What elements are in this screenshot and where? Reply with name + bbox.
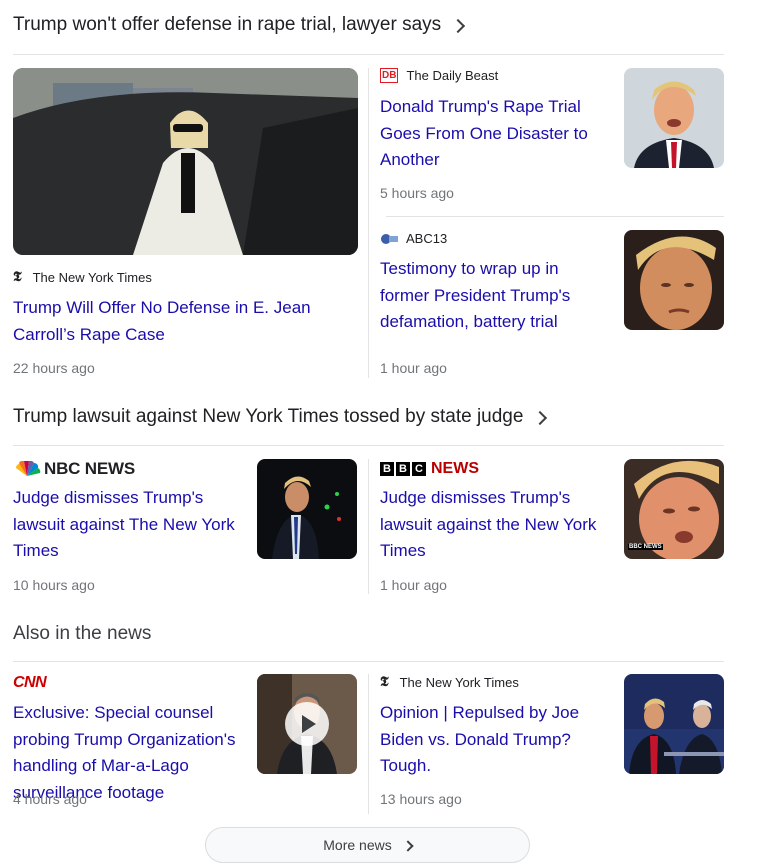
source-row: 𝕿 The New York Times <box>13 269 152 285</box>
divider <box>13 661 724 662</box>
headline-link[interactable]: Opinion | Repulsed by Joe Biden vs. Dona… <box>380 700 605 780</box>
bbc-logo-c: C <box>412 462 426 476</box>
story-title[interactable]: Trump won't offer defense in rape trial,… <box>13 14 441 36</box>
main-story-image[interactable] <box>13 68 358 255</box>
source-row: 𝕿 The New York Times <box>380 674 519 690</box>
source-row: ABC13 <box>380 231 447 246</box>
chevron-right-icon <box>402 840 414 852</box>
source-name: NBC NEWS <box>44 459 135 478</box>
cnn-logo: CNN <box>13 674 47 691</box>
source-name: ABC13 <box>406 231 448 246</box>
divider <box>386 216 724 217</box>
story-thumbnail[interactable] <box>624 68 724 168</box>
nyt-logo-icon: 𝕿 <box>13 269 22 285</box>
source-name: The Daily Beast <box>406 68 499 83</box>
headline-link[interactable]: Testimony to wrap up in former President… <box>380 256 610 336</box>
source-row: DB The Daily Beast <box>380 68 498 83</box>
play-icon[interactable] <box>285 702 329 746</box>
divider <box>368 68 369 378</box>
headline-link[interactable]: Judge dismisses Trump's lawsuit against … <box>380 485 605 565</box>
source-name: NEWS <box>431 460 479 477</box>
source-row: NBC NEWS <box>13 459 135 479</box>
headline-link[interactable]: Trump Will Offer No Defense in E. Jean C… <box>13 295 343 348</box>
story-title-link[interactable]: Trump won't offer defense in rape trial,… <box>13 14 466 36</box>
divider <box>13 445 724 446</box>
timestamp: 4 hours ago <box>13 791 87 807</box>
bbc-news-badge: BBC NEWS <box>628 544 663 550</box>
story-title[interactable]: Trump lawsuit against New York Times tos… <box>13 406 523 428</box>
divider <box>368 674 369 814</box>
daily-beast-logo-icon: DB <box>380 68 399 83</box>
headline-link[interactable]: Judge dismisses Trump's lawsuit against … <box>13 485 238 565</box>
timestamp: 1 hour ago <box>380 577 447 593</box>
source-row: B B C NEWS <box>380 460 479 478</box>
nbc-peacock-icon <box>13 460 41 477</box>
story-thumbnail[interactable] <box>257 459 357 559</box>
bbc-logo-b2: B <box>396 462 410 476</box>
divider <box>13 54 724 55</box>
video-thumbnail[interactable] <box>257 674 357 774</box>
headline-link[interactable]: Donald Trump's Rape Trial Goes From One … <box>380 94 610 174</box>
source-name: The New York Times <box>32 269 152 285</box>
bbc-logo-b1: B <box>380 462 394 476</box>
section-heading: Also in the news <box>13 623 152 644</box>
timestamp: 13 hours ago <box>380 791 462 807</box>
abc13-logo-icon <box>380 233 398 245</box>
more-news-button[interactable]: More news <box>205 827 530 863</box>
timestamp: 10 hours ago <box>13 577 95 593</box>
chevron-right-icon <box>451 18 466 34</box>
source-name: The New York Times <box>399 674 519 690</box>
chevron-right-icon <box>533 410 548 426</box>
story-thumbnail[interactable] <box>624 230 724 330</box>
timestamp: 5 hours ago <box>380 185 454 201</box>
more-news-label: More news <box>323 837 392 853</box>
timestamp: 1 hour ago <box>380 360 447 376</box>
story-title-link[interactable]: Trump lawsuit against New York Times tos… <box>13 406 548 428</box>
divider <box>368 459 369 594</box>
nyt-logo-icon: 𝕿 <box>380 674 389 690</box>
story-thumbnail[interactable]: BBC NEWS <box>624 459 724 559</box>
story-thumbnail[interactable] <box>624 674 724 774</box>
timestamp: 22 hours ago <box>13 360 95 376</box>
